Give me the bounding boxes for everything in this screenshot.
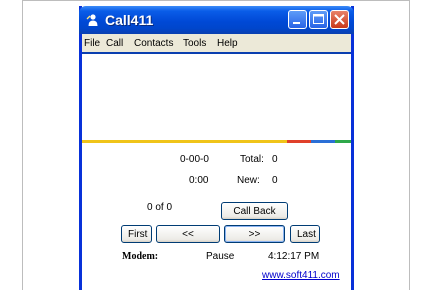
maximize-button[interactable] — [309, 10, 328, 29]
next-button[interactable]: >> — [224, 225, 285, 243]
frame-top-border — [22, 0, 410, 1]
number-readout: 0-00-0 — [180, 154, 209, 165]
modem-state: Pause — [206, 251, 235, 262]
call-back-button[interactable]: Call Back — [221, 202, 288, 220]
window-title: Call411 — [105, 12, 154, 28]
color-strip-blue — [311, 140, 335, 143]
first-button[interactable]: First — [121, 225, 152, 243]
record-position: 0 of 0 — [147, 202, 173, 213]
frame-right-border — [409, 0, 410, 290]
duration-readout: 0:00 — [189, 175, 209, 186]
color-strip-green — [335, 140, 351, 143]
menu-bar: File Call Contacts Tools Help — [82, 34, 351, 54]
new-label: New: — [237, 175, 260, 186]
title-bar[interactable]: Call411 — [79, 6, 354, 34]
app-icon — [86, 14, 98, 26]
close-icon — [334, 14, 345, 25]
menu-call[interactable]: Call — [106, 37, 123, 50]
previous-button[interactable]: << — [156, 225, 220, 243]
color-strip-yellow — [82, 140, 287, 143]
menu-file[interactable]: File — [84, 37, 100, 50]
menu-tools[interactable]: Tools — [183, 37, 206, 50]
total-label: Total: — [240, 154, 264, 165]
total-value: 0 — [272, 154, 278, 165]
app-window: Call411 File Call Contacts Tools Help 0-… — [79, 6, 354, 290]
clock-time: 4:12:17 PM — [268, 251, 320, 262]
minimize-icon — [293, 22, 300, 24]
color-strip-red — [287, 140, 311, 143]
caller-display-area — [82, 54, 351, 140]
maximize-icon — [313, 14, 324, 24]
last-button[interactable]: Last — [290, 225, 320, 243]
website-link[interactable]: www.soft411.com — [262, 270, 340, 282]
menu-contacts[interactable]: Contacts — [134, 37, 173, 50]
minimize-button[interactable] — [288, 10, 307, 29]
modem-label: Modem: — [122, 251, 159, 262]
frame-left-border — [22, 0, 23, 290]
menu-help[interactable]: Help — [217, 37, 238, 50]
close-button[interactable] — [330, 10, 349, 29]
new-value: 0 — [272, 175, 278, 186]
